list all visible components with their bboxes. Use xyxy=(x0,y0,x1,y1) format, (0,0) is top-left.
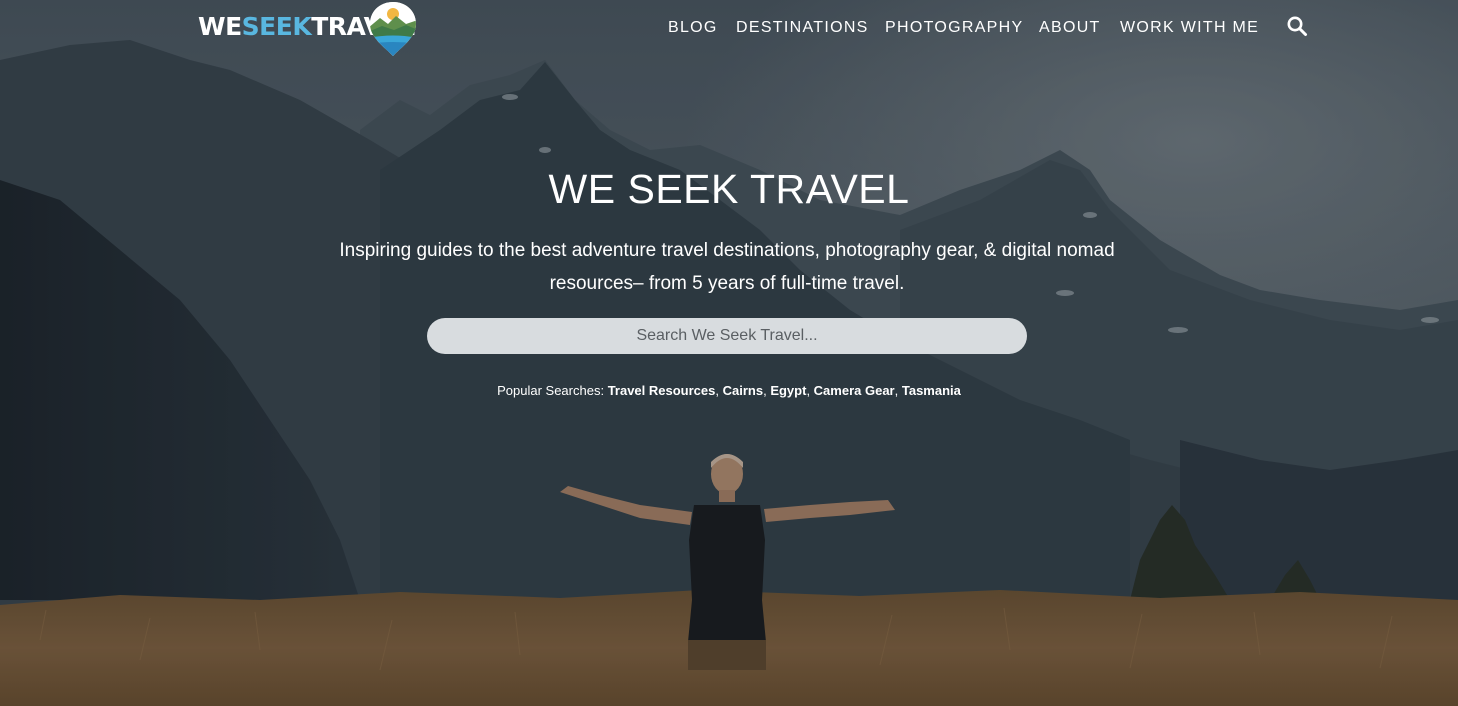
logo-pin-icon xyxy=(370,2,416,56)
popular-search-egypt[interactable]: Egypt xyxy=(770,383,806,398)
logo-word-we: WE xyxy=(198,12,242,41)
search-input[interactable] xyxy=(427,318,1027,354)
hero-section: WESEEKTRAVEL BLOG DESTINATIONS PHOTOGRAP… xyxy=(0,0,1458,706)
popular-search-cairns[interactable]: Cairns xyxy=(723,383,763,398)
nav-item-photography[interactable]: PHOTOGRAPHY xyxy=(885,18,1023,38)
hero-subtitle: Inspiring guides to the best adventure t… xyxy=(339,240,1115,294)
search-icon[interactable] xyxy=(1286,15,1308,37)
nav-item-destinations[interactable]: DESTINATIONS xyxy=(736,18,869,38)
popular-search-camera-gear[interactable]: Camera Gear xyxy=(814,383,895,398)
popular-search-travel-resources[interactable]: Travel Resources xyxy=(608,383,716,398)
site-header: WESEEKTRAVEL BLOG DESTINATIONS PHOTOGRAP… xyxy=(0,0,1458,60)
popular-searches: Popular Searches: Travel Resources, Cair… xyxy=(497,383,961,398)
hero-title: WE SEEK TRAVEL xyxy=(548,166,910,212)
logo-word-seek: SEEK xyxy=(241,12,312,41)
nav-item-about[interactable]: ABOUT xyxy=(1039,18,1101,38)
nav-item-work-with-me[interactable]: WORK WITH ME xyxy=(1120,18,1259,38)
popular-search-tasmania[interactable]: Tasmania xyxy=(902,383,961,398)
popular-searches-label: Popular Searches: xyxy=(497,383,605,398)
nav-item-blog[interactable]: BLOG xyxy=(668,18,718,38)
